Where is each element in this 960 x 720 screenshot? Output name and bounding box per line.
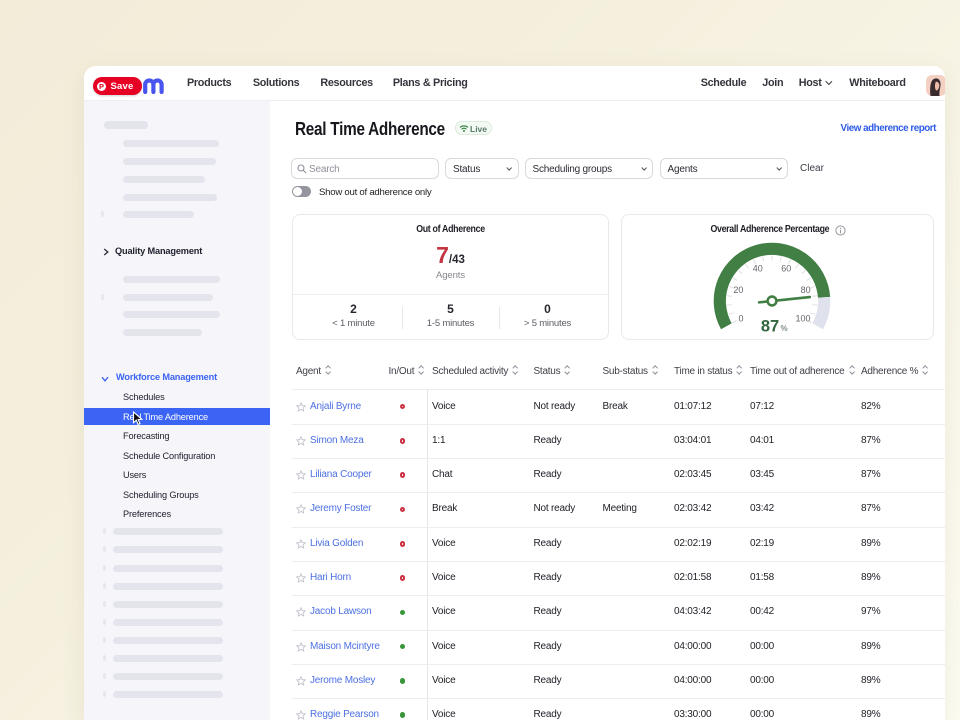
svg-text:20: 20 [733, 285, 743, 295]
svg-text:40: 40 [753, 264, 763, 274]
svg-text:80: 80 [801, 285, 811, 295]
svg-text:60: 60 [781, 264, 791, 274]
svg-text:100: 100 [795, 314, 810, 324]
svg-text:%: % [781, 324, 788, 333]
svg-text:0: 0 [738, 314, 743, 324]
svg-text:87: 87 [761, 318, 779, 336]
